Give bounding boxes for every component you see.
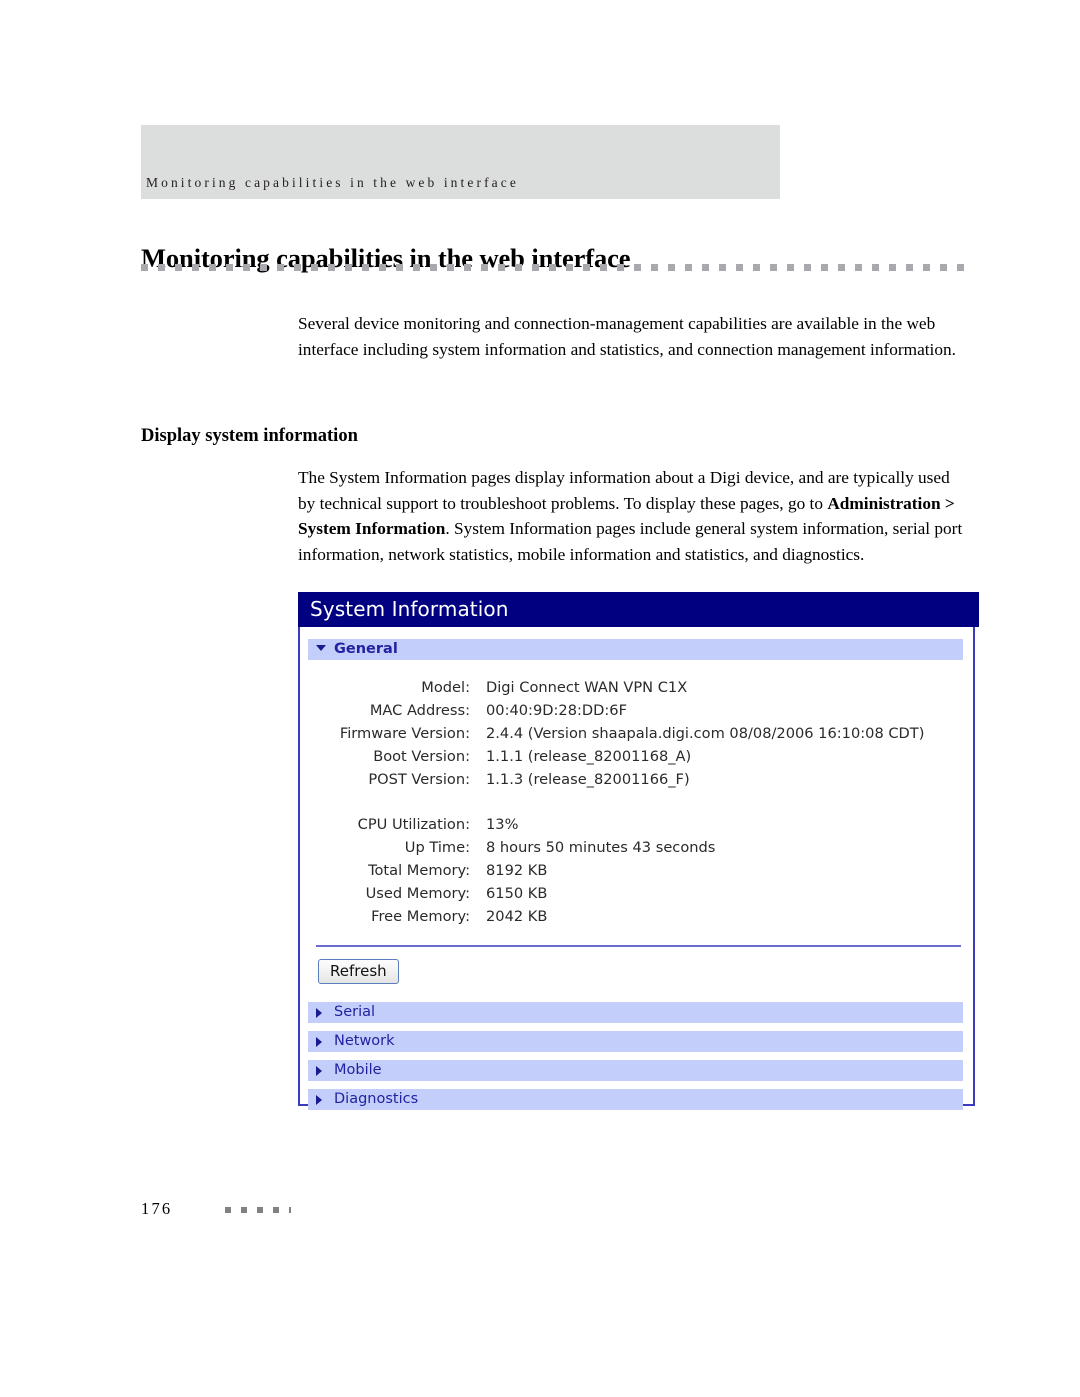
running-header-text: Monitoring capabilities in the web inter… [146, 175, 519, 190]
info-label: Used Memory: [365, 885, 470, 902]
section-header-serial[interactable]: Serial [308, 1002, 963, 1023]
section-header-diagnostics[interactable]: Diagnostics [308, 1089, 963, 1110]
info-row: CPU Utilization: 13% [300, 816, 973, 839]
info-value: Digi Connect WAN VPN C1X [486, 679, 688, 696]
intro-paragraph: Several device monitoring and connection… [298, 314, 956, 359]
section-divider-rule [316, 945, 961, 947]
info-label: Model: [421, 679, 470, 696]
info-row: Boot Version: 1.1.1 (release_82001168_A) [300, 748, 973, 771]
info-value: 13% [486, 816, 519, 833]
section-label-diagnostics: Diagnostics [334, 1091, 419, 1107]
chevron-right-icon [316, 1008, 322, 1018]
info-label: Firmware Version: [339, 725, 470, 742]
running-header-band: Monitoring capabilities in the web inter… [141, 125, 780, 199]
info-row: MAC Address: 00:40:9D:28:DD:6F [300, 702, 973, 725]
app-body: General Model: Digi Connect WAN VPN C1X … [300, 627, 973, 1110]
info-value: 1.1.3 (release_82001166_F) [486, 771, 690, 788]
info-value: 2.4.4 (Version shaapala.digi.com 08/08/2… [486, 725, 925, 742]
info-value: 8192 KB [486, 862, 548, 879]
section-label-general: General [334, 641, 398, 657]
app-window-title: System Information [310, 597, 509, 621]
section-label-mobile: Mobile [334, 1062, 382, 1078]
info-row: Free Memory: 2042 KB [300, 908, 973, 931]
section-heading: Display system information [141, 426, 358, 447]
info-label: Boot Version: [373, 748, 470, 765]
info-row: POST Version: 1.1.3 (release_82001166_F) [300, 771, 973, 794]
info-value: 2042 KB [486, 908, 548, 925]
info-label: Free Memory: [371, 908, 470, 925]
section-label-network: Network [334, 1033, 395, 1049]
section-label-serial: Serial [334, 1004, 376, 1020]
section-header-mobile[interactable]: Mobile [308, 1060, 963, 1081]
info-value: 00:40:9D:28:DD:6F [486, 702, 627, 719]
info-label: POST Version: [368, 771, 470, 788]
info-value: 6150 KB [486, 885, 548, 902]
chevron-right-icon [316, 1095, 322, 1105]
chevron-down-icon [316, 645, 326, 651]
info-row: Total Memory: 8192 KB [300, 862, 973, 885]
title-dotted-rule [141, 264, 968, 271]
chevron-right-icon [316, 1037, 322, 1047]
info-label: MAC Address: [369, 702, 470, 719]
info-label: Total Memory: [368, 862, 470, 879]
footer-dotted-rule [225, 1207, 291, 1213]
info-value: 8 hours 50 minutes 43 seconds [486, 839, 716, 856]
app-titlebar: System Information [298, 592, 979, 627]
info-row: Up Time: 8 hours 50 minutes 43 seconds [300, 839, 973, 862]
document-page: { "page": { "running_header": "Monitorin… [0, 0, 1080, 1397]
page-number: 176 [141, 1199, 173, 1218]
system-information-screenshot: System Information General Model: Digi C… [298, 592, 979, 1110]
refresh-button[interactable]: Refresh [318, 959, 399, 984]
info-row: Firmware Version: 2.4.4 (Version shaapal… [300, 725, 973, 748]
info-label: CPU Utilization: [357, 816, 470, 833]
info-row: Model: Digi Connect WAN VPN C1X [300, 679, 973, 702]
section-paragraph: The System Information pages display inf… [298, 465, 970, 567]
info-value: 1.1.1 (release_82001168_A) [486, 748, 692, 765]
section-header-network[interactable]: Network [308, 1031, 963, 1052]
section-header-general[interactable]: General [308, 639, 963, 660]
info-label: Up Time: [404, 839, 470, 856]
chevron-right-icon [316, 1066, 322, 1076]
info-row: Used Memory: 6150 KB [300, 885, 973, 908]
